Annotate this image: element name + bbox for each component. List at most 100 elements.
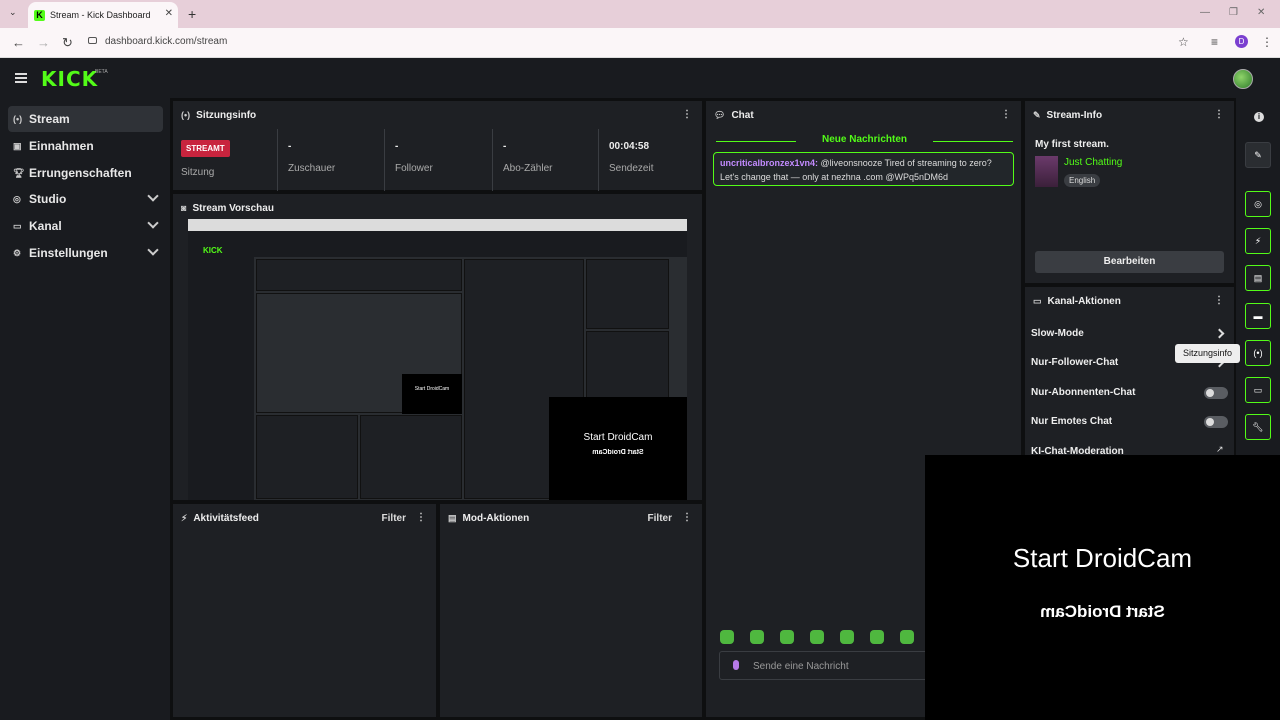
edit-button[interactable]: Bearbeiten	[1035, 251, 1224, 273]
new-messages-divider[interactable]: Neue Nachrichten	[716, 134, 1013, 148]
wallet-icon: ▣	[13, 140, 22, 151]
chevron-down-icon	[147, 244, 159, 256]
wrench-icon[interactable]: 🔧︎	[1245, 414, 1271, 440]
site-info-icon[interactable]	[88, 37, 97, 44]
url-field[interactable]: dashboard.kick.com/stream	[88, 36, 227, 47]
profile-avatar[interactable]: D	[1235, 35, 1248, 48]
sidebar-item-einstellungen[interactable]: ⚙ Einstellungen	[8, 240, 163, 266]
panel-header[interactable]: ▤ Mod-Aktionen Filter ⋮	[440, 504, 702, 532]
stat-value: -	[288, 141, 292, 152]
panel-header[interactable]: ▭ Kanal-Aktionen ⋮	[1025, 287, 1234, 315]
chat-message-input[interactable]: Sende eine Nachricht	[719, 651, 929, 680]
new-tab-icon[interactable]: +	[188, 6, 196, 22]
more-options-icon[interactable]: ⋮	[1001, 109, 1011, 120]
reload-icon[interactable]: ↻	[62, 35, 73, 51]
slow-mode-item[interactable]: Slow-Mode	[1031, 328, 1084, 339]
panel-title: Sitzungsinfo	[196, 109, 257, 121]
tab-close-icon[interactable]: ✕	[165, 8, 173, 19]
sidebar-item-label: Errungenschaften	[29, 166, 132, 180]
sidebar-item-errungenschaften[interactable]: 🏆︎ Errungenschaften	[8, 160, 163, 186]
lightning-icon[interactable]: ⚡︎	[1245, 228, 1271, 254]
panel-header[interactable]: 💬︎ Chat ⋮	[706, 101, 1021, 129]
language-tag: English	[1064, 174, 1101, 187]
follower-chat-item[interactable]: Nur-Follower-Chat	[1031, 357, 1118, 368]
tab-list-chevron-icon[interactable]: ⌄	[9, 7, 17, 18]
trophy-icon: 🏆︎	[13, 167, 25, 178]
panel-title: Stream-Info	[1046, 109, 1103, 121]
panel-header[interactable]: ⚡︎ Aktivitätsfeed Filter ⋮	[173, 504, 436, 532]
panel-title: Stream Vorschau	[192, 202, 274, 214]
panel-header[interactable]: ◙ Stream Vorschau	[173, 194, 702, 222]
emote-icon[interactable]	[750, 630, 764, 644]
sidebar-item-kanal[interactable]: ▭ Kanal	[8, 213, 163, 239]
filter-button[interactable]: Filter	[648, 513, 672, 524]
stream-preview-video[interactable]: KICK Start DroidCam Start DroidCam Start…	[188, 219, 687, 500]
window-close-icon[interactable]: ✕	[1257, 7, 1265, 18]
stat-label: Sitzung	[181, 167, 215, 178]
preview-nested-cam-text: Start DroidCam	[414, 386, 450, 392]
edit-pencil-icon[interactable]: ✎	[1245, 142, 1271, 168]
chat-bubble-icon[interactable]: ▬	[1245, 303, 1271, 329]
clipboard-icon[interactable]: ▤	[1245, 265, 1271, 291]
sidebar-item-studio[interactable]: ◎ Studio	[8, 186, 163, 212]
more-options-icon[interactable]: ⋮	[682, 512, 692, 523]
studio-icon[interactable]: ◎	[1245, 191, 1271, 217]
filter-button[interactable]: Filter	[382, 513, 406, 524]
panel-header[interactable]: ✎ Stream-Info ⋮	[1025, 101, 1234, 129]
emote-bar	[720, 630, 930, 644]
info-icon[interactable]: i	[1254, 112, 1264, 122]
tooltip: Sitzungsinfo	[1175, 344, 1240, 363]
pencil-icon: ✎	[1033, 109, 1041, 120]
microphone-icon[interactable]	[733, 660, 739, 670]
emote-icon[interactable]	[810, 630, 824, 644]
emote-icon[interactable]	[900, 630, 914, 644]
stat-value: -	[503, 141, 507, 152]
emote-icon[interactable]	[780, 630, 794, 644]
emote-icon[interactable]	[720, 630, 734, 644]
more-options-icon[interactable]: ⋮	[1214, 295, 1224, 306]
sidebar-item-einnahmen[interactable]: ▣ Einnahmen	[8, 133, 163, 159]
emote-icon[interactable]	[870, 630, 884, 644]
category-link[interactable]: Just Chatting	[1064, 157, 1122, 168]
broadcast-icon[interactable]: (•)	[1245, 340, 1271, 366]
kick-favicon-icon: K	[34, 9, 45, 21]
channel-actions-icon[interactable]: ▭	[1245, 377, 1271, 403]
address-bar: ← → ↻ dashboard.kick.com/stream ☆ ≡ D ⋮	[0, 28, 1280, 58]
minimize-icon[interactable]: —	[1200, 7, 1210, 18]
preview-mini-panel	[586, 259, 669, 329]
preview-sidebar	[188, 257, 254, 500]
chat-message[interactable]: uncriticalbronzex1vn4: @liveonsnooze Tir…	[713, 152, 1014, 186]
more-options-icon[interactable]: ⋮	[1214, 109, 1224, 120]
back-icon[interactable]: ←	[12, 35, 25, 50]
panel-header[interactable]: (•) Sitzungsinfo ⋮	[173, 101, 702, 129]
emote-icon[interactable]	[840, 630, 854, 644]
droidcam-mirrored-text: Start DroidCam	[1040, 602, 1165, 621]
hamburger-menu-icon[interactable]	[15, 73, 27, 83]
sidebar-item-label: Stream	[29, 112, 70, 126]
emotes-chat-toggle[interactable]	[1204, 416, 1228, 428]
forward-icon[interactable]: →	[37, 35, 50, 50]
chat-username[interactable]: uncriticalbronzex1vn4:	[720, 158, 818, 168]
media-icon[interactable]: ≡	[1211, 35, 1218, 49]
user-avatar[interactable]	[1233, 69, 1253, 89]
kick-logo[interactable]: KICK	[41, 67, 98, 91]
maximize-icon[interactable]: ❐	[1229, 7, 1238, 18]
followers-stat: - Follower	[385, 129, 493, 191]
preview-mini-panel	[586, 331, 669, 401]
airtime-stat: 00:04:58 Sendezeit	[599, 129, 703, 191]
subs-stat: - Abo-Zähler	[493, 129, 599, 191]
sidebar-item-stream[interactable]: (•) Stream	[8, 106, 163, 132]
external-link-icon[interactable]: ↗	[1216, 444, 1224, 455]
browser-menu-icon[interactable]: ⋮	[1261, 35, 1273, 49]
subscriber-chat-toggle[interactable]	[1204, 387, 1228, 399]
broadcast-icon: (•)	[181, 110, 191, 120]
more-options-icon[interactable]: ⋮	[416, 512, 426, 523]
more-options-icon[interactable]: ⋮	[682, 109, 692, 120]
bookmark-star-icon[interactable]: ☆	[1178, 35, 1189, 49]
channel-icon: ▭	[13, 220, 22, 231]
category-thumbnail[interactable]	[1035, 156, 1058, 187]
chat-bubble-icon: 💬︎	[714, 109, 726, 120]
browser-tab[interactable]: K Stream - Kick Dashboard ✕	[28, 2, 178, 28]
droidcam-overlay: Start DroidCam Start DroidCam	[925, 455, 1280, 720]
subscriber-chat-item: Nur-Abonnenten-Chat	[1031, 387, 1136, 398]
